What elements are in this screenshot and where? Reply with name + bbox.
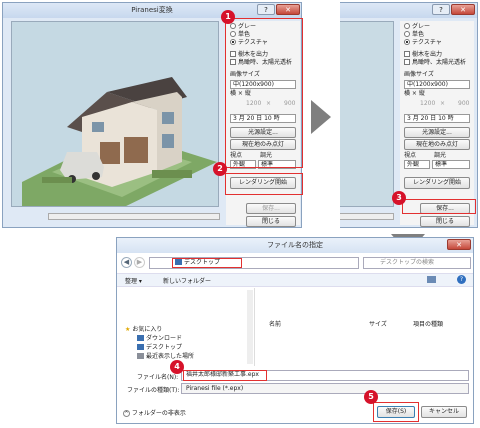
check-tree[interactable]: 樹木を出力 — [404, 51, 442, 59]
times-label: × — [440, 100, 446, 107]
step-badge-1: 1 — [221, 10, 235, 24]
radio-mono-label: 単色 — [412, 31, 425, 38]
star-icon: ★ — [125, 326, 131, 333]
light-settings-button[interactable]: 光源設定... — [404, 127, 470, 138]
radio-gray[interactable]: グレー — [404, 23, 430, 31]
piranesi-dialog-1: Piranesi変換 ? ✕ グレー 単色 テクスチャ 樹木を出力 鳥瞰時、太陽… — [2, 2, 303, 228]
location-text: デスクトップ — [184, 259, 221, 266]
radio-mono-icon — [404, 31, 410, 37]
file-list[interactable] — [257, 328, 473, 366]
favorites-group[interactable]: ★ お気に入り — [125, 324, 162, 333]
view-options-icon[interactable] — [427, 276, 436, 283]
file-save-dialog: ファイル名の指定 ✕ ◀ ▶ デスクトップ デスクトップの検索 整理 ▾ 新しい… — [116, 237, 474, 424]
step-badge-2: 2 — [213, 162, 227, 176]
radio-mono[interactable]: 単色 — [404, 31, 424, 39]
organize-button[interactable]: 整理 ▾ — [125, 276, 142, 285]
new-folder-button[interactable]: 新しいフォルダー — [163, 276, 211, 285]
close-button[interactable]: 閉じる — [246, 216, 296, 227]
location-breadcrumb[interactable]: デスクトップ — [172, 258, 242, 268]
desktop-icon — [137, 344, 144, 350]
recent-places-icon — [137, 353, 144, 359]
render-preview — [11, 21, 219, 207]
filetype-select[interactable]: Piranesi file (*.epx) — [181, 383, 469, 394]
radio-texture-label: テクスチャ — [412, 39, 442, 46]
column-size-header[interactable]: サイズ — [369, 319, 387, 328]
window-title: ファイル名の指定 — [267, 241, 323, 249]
search-input[interactable]: デスクトップの検索 — [363, 257, 471, 269]
favorites-label: お気に入り — [132, 326, 163, 333]
radio-gray-label: グレー — [412, 23, 431, 30]
image-size-label: 画像サイズ — [404, 71, 434, 78]
highlight-render — [225, 173, 303, 195]
step-badge-4: 4 — [170, 360, 184, 374]
check-bird[interactable]: 鳥瞰時、太陽光透析 — [404, 59, 466, 67]
house-preview-image — [12, 22, 218, 206]
cancel-button[interactable]: キャンセル — [421, 406, 467, 418]
step-badge-3: 3 — [392, 191, 406, 205]
filetype-label: ファイルの種類(T): — [127, 387, 180, 394]
tone-label: 調光 — [434, 152, 447, 159]
height-value[interactable]: 900 — [458, 100, 469, 108]
radio-gray-icon — [404, 23, 410, 29]
title-bar: ファイル名の指定 — [117, 238, 473, 253]
nav-scrollbar[interactable] — [247, 290, 253, 364]
help-button[interactable]: ? — [432, 4, 450, 15]
hide-folders-toggle[interactable]: ^ フォルダーの非表示 — [123, 408, 186, 417]
close-window-button[interactable]: ✕ — [276, 4, 300, 15]
image-size-select[interactable]: 中(1200x900) — [404, 80, 470, 89]
width-value[interactable]: 1200 — [420, 100, 435, 108]
window-title: Piranesi変換 — [131, 6, 173, 14]
hide-folders-label: フォルダーの非表示 — [131, 410, 186, 417]
highlight-save-file — [373, 402, 419, 422]
render-preview — [340, 21, 394, 207]
viewpoint-label: 視点 — [404, 152, 417, 159]
radio-texture-icon — [404, 39, 410, 45]
checkbox-icon — [404, 59, 410, 65]
help-icon[interactable]: ? — [457, 275, 466, 284]
nav-item-recent[interactable]: 最近表示した場所 — [137, 351, 194, 360]
viewpoint-select[interactable]: 外観 — [404, 160, 430, 169]
options-panel: グレー 単色 テクスチャ 樹木を出力 鳥瞰時、太陽光透析 画像サイズ 中(120… — [400, 21, 474, 227]
save-button[interactable]: 保存... — [246, 203, 296, 214]
render-start-button[interactable]: レンダリング開始 — [404, 177, 470, 189]
back-button[interactable]: ◀ — [121, 257, 132, 268]
wh-label: 横 × 縦 — [404, 90, 425, 97]
nav-item-label: 最近表示した場所 — [146, 353, 195, 360]
nav-item-downloads[interactable]: ダウンロード — [137, 333, 182, 342]
current-light-button[interactable]: 現在地のみ点灯 — [404, 139, 470, 150]
highlight-options — [225, 18, 303, 168]
chevron-up-icon: ^ — [123, 410, 130, 417]
filename-label: ファイル名(N): — [137, 374, 179, 381]
step-badge-5: 5 — [364, 390, 378, 404]
close-button[interactable]: 閉じる — [420, 216, 470, 227]
close-window-button[interactable]: ✕ — [447, 239, 471, 250]
nav-item-label: ダウンロード — [146, 335, 183, 342]
progress-bar — [48, 213, 220, 220]
highlight-save — [402, 199, 476, 214]
column-name-header[interactable]: 名前 — [269, 319, 281, 328]
checkbox-icon — [404, 51, 410, 57]
check-tree-label: 樹木を出力 — [412, 51, 443, 58]
progress-bar — [340, 213, 394, 220]
column-type-header[interactable]: 項目の種類 — [413, 319, 443, 328]
check-bird-label: 鳥瞰時、太陽光透析 — [412, 59, 467, 66]
forward-button[interactable]: ▶ — [134, 257, 145, 268]
download-icon — [137, 335, 144, 341]
nav-item-desktop[interactable]: デスクトップ — [137, 342, 182, 351]
close-window-button[interactable]: ✕ — [451, 4, 475, 15]
search-placeholder: デスクトップの検索 — [380, 259, 435, 266]
nav-item-label: デスクトップ — [146, 344, 183, 351]
help-button[interactable]: ? — [257, 4, 275, 15]
radio-texture[interactable]: テクスチャ — [404, 39, 442, 47]
arrow-right-icon — [311, 100, 331, 134]
desktop-icon — [175, 259, 182, 265]
date-time-spinner[interactable]: 3 月 20 日 10 時 — [404, 114, 470, 123]
filename-value: 福井太郎様邸新築工事.epx — [183, 370, 267, 381]
tone-select[interactable]: 標準 — [432, 160, 470, 169]
piranesi-dialog-2: ? ✕ グレー 単色 テクスチャ 樹木を出力 鳥瞰時、太陽光透析 画像サイズ 中… — [340, 2, 478, 228]
